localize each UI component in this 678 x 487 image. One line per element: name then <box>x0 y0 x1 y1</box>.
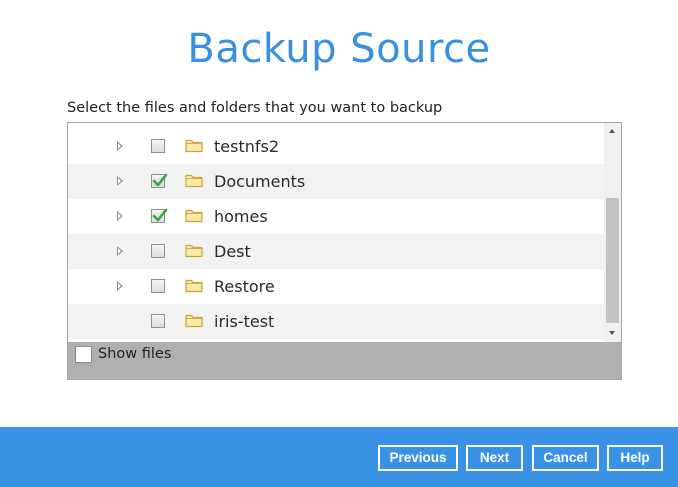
vertical-scrollbar[interactable] <box>604 123 621 342</box>
previous-button[interactable]: Previous <box>378 445 458 471</box>
expand-arrow-icon[interactable] <box>117 246 123 256</box>
tree-row[interactable]: Dest <box>68 234 604 269</box>
tree-item-label: Documents <box>214 172 306 191</box>
tree-item-label: Dest <box>214 242 251 261</box>
tree-item-checkbox[interactable] <box>151 279 165 293</box>
tree-item-label: iris-test <box>214 312 275 331</box>
help-button[interactable]: Help <box>607 445 663 471</box>
show-files-label: Show files <box>98 346 172 362</box>
folder-tree: testnfs2 Documents homes Dest Restore iris-te… <box>68 123 604 342</box>
tree-item-label: testnfs2 <box>214 137 280 156</box>
tree-row[interactable]: Documents <box>68 164 604 199</box>
tree-item-checkbox[interactable] <box>151 139 165 153</box>
page-title: Backup Source <box>187 26 491 72</box>
tree-row[interactable]: Restore <box>68 269 604 304</box>
source-tree-panel: testnfs2 Documents homes Dest Restore iris-te… <box>67 122 622 380</box>
tree-item-checkbox[interactable] <box>151 244 165 258</box>
tree-row[interactable]: testnfs2 <box>68 129 604 164</box>
next-button[interactable]: Next <box>466 445 523 471</box>
tree-item-label: homes <box>214 207 268 226</box>
scroll-up-arrow-icon[interactable] <box>604 123 621 140</box>
tree-item-checkbox[interactable] <box>151 314 165 328</box>
folder-icon <box>185 138 203 158</box>
tree-row[interactable]: homes <box>68 199 604 234</box>
expand-arrow-icon[interactable] <box>117 176 123 186</box>
tree-item-checkbox[interactable] <box>151 208 168 223</box>
show-files-checkbox[interactable] <box>75 346 92 363</box>
expand-arrow-icon[interactable] <box>117 211 123 221</box>
folder-icon <box>185 278 203 298</box>
folder-icon <box>185 313 203 333</box>
tree-row[interactable]: iris-test <box>68 304 604 339</box>
expand-arrow-icon[interactable] <box>117 141 123 151</box>
tree-item-label: Restore <box>214 277 275 296</box>
scroll-thumb[interactable] <box>606 198 619 323</box>
folder-icon <box>185 208 203 228</box>
checkmark-icon <box>152 173 168 187</box>
tree-item-checkbox[interactable] <box>151 173 168 188</box>
folder-icon <box>185 173 203 193</box>
tree-options-bar: Show files <box>68 342 621 379</box>
instruction-text: Select the files and folders that you wa… <box>67 100 443 116</box>
checkmark-icon <box>152 208 168 222</box>
cancel-button[interactable]: Cancel <box>532 445 599 471</box>
wizard-button-bar: Previous Next Cancel Help <box>0 427 678 487</box>
folder-icon <box>185 243 203 263</box>
scroll-down-arrow-icon[interactable] <box>604 325 621 342</box>
expand-arrow-icon[interactable] <box>117 281 123 291</box>
